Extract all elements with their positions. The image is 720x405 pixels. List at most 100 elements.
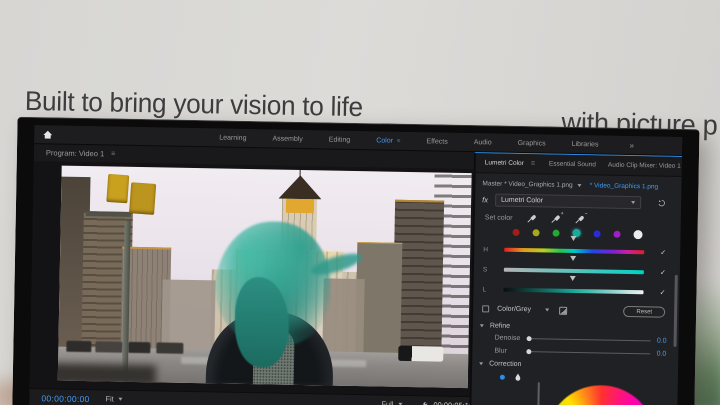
workspace-tab-color[interactable]: Color ≡ [363,137,413,145]
chevron-down-icon[interactable] [578,184,582,187]
reset-button[interactable]: Reset [623,306,665,318]
panel-area: Program: Video 1 ≡ [29,144,682,405]
active-point-dot[interactable] [500,374,505,379]
workspace-tab-audio[interactable]: Audio [461,139,505,147]
workspace-tab-graphics[interactable]: Graphics [505,140,559,148]
monitor-bezel: Learning Assembly Editing Color ≡ Effects… [12,117,699,405]
tab-lumetri-label: Lumetri Color [485,159,524,167]
denoise-slider[interactable] [529,338,651,341]
color-grey-row: Color/Grey Reset [473,301,679,320]
tab-essential-sound[interactable]: Essential Sound [549,161,596,169]
hue-slider-handle[interactable] [570,241,578,255]
saturation-slider-handle[interactable] [570,261,578,275]
home-icon[interactable] [42,129,53,140]
eyedropper-minus-icon[interactable]: − [574,213,584,225]
swatch-red[interactable] [513,228,520,235]
chevron-down-icon [119,398,123,401]
colorgrey-checkbox[interactable] [482,305,489,312]
tab-audio-clip-mixer[interactable]: Audio Clip Mixer: Video 1 [608,162,681,170]
plus-mark: + [561,210,564,216]
tower-spike [299,170,300,178]
workspace-tab-assembly[interactable]: Assembly [259,135,315,143]
swatch-white[interactable] [633,230,642,239]
video-viewport [30,161,474,396]
blur-label: Blur [494,348,524,356]
workspace-overflow-icon[interactable]: » [629,141,634,150]
right-panel-tabs: Lumetri Color ≡ Essential Sound Audio Cl… [476,153,682,177]
effect-select[interactable]: Lumetri Color [495,194,641,210]
chevron-down-icon[interactable] [545,308,549,311]
workspace-tab-editing[interactable]: Editing [316,136,364,144]
tower-roof [278,175,321,199]
eyedropper-plus-icon[interactable]: + [550,213,560,225]
photo-tilt-group: Built to bring your vision to life with … [0,0,720,405]
fx-icon: fx [482,195,488,204]
blur-value[interactable]: 0.0 [657,351,667,358]
reset-effect-icon[interactable] [657,199,666,208]
saturation-slider-row: S ✓ [474,260,680,282]
saturation-label: S [483,266,491,273]
blur-slider-handle[interactable] [526,349,531,354]
saturation-slider[interactable] [504,268,644,274]
minus-mark: − [585,211,588,217]
current-timecode[interactable]: 00:00:00:00 [41,393,89,404]
taxi [398,346,443,362]
tower-lit-band [286,199,315,213]
luminance-slider-row: L ✓ [473,280,679,302]
colorgrey-label[interactable]: Color/Grey [497,306,531,314]
program-monitor-panel: Program: Video 1 ≡ [29,144,474,405]
tab-lumetri-color[interactable]: Lumetri Color [485,159,524,167]
eyedropper-icon[interactable] [526,213,536,225]
clip-duration: 00:00:05:19 [433,400,473,405]
hue-label: H [483,246,491,253]
program-panel-title: Program: Video 1 [46,148,104,158]
car [128,342,151,353]
hue-slider[interactable] [504,248,644,254]
zoom-level-select[interactable]: Fit [105,394,123,403]
workspace-tab-libraries[interactable]: Libraries [559,141,612,149]
swatch-green[interactable] [553,229,560,236]
key-color-swatches [474,225,680,241]
chevron-down-icon [479,362,483,365]
droplet-icon[interactable] [514,372,522,381]
panel-menu-icon[interactable]: ≡ [111,150,115,157]
swatch-yellow[interactable] [533,229,540,236]
panel-menu-icon[interactable]: ≡ [531,160,535,167]
correction-indicators [472,370,678,386]
playback-resolution-value: Full [381,399,393,405]
car [66,341,91,352]
set-color-label: Set color [485,214,513,222]
car [157,343,184,354]
panel-menu-icon[interactable]: ≡ [397,139,401,145]
clip-selector-row: Master * Video_Graphics 1.png * Video_Gr… [475,177,681,194]
settings-wrench-icon[interactable] [419,401,428,405]
effect-name: Lumetri Color [501,197,543,205]
traffic-light-box [129,182,156,215]
luminance-slider-handle[interactable] [569,281,577,295]
workspace-tab-effects[interactable]: Effects [413,138,460,146]
blur-slider[interactable] [528,351,650,354]
color-wheel[interactable] [544,384,658,405]
master-clip-label[interactable]: Master * Video_Graphics 1.png [482,180,572,189]
selected-clip-label[interactable]: * Video_Graphics 1.png [590,182,659,190]
hue-slider-row: H ✓ [474,240,680,262]
wheel-fader[interactable] [537,382,540,405]
foreground-blur [58,363,157,386]
invert-mask-icon[interactable] [559,306,567,314]
playback-resolution-select[interactable]: Full [381,399,402,405]
premiere-window: Learning Assembly Editing Color ≡ Effects… [29,125,682,405]
swatch-blue[interactable] [593,230,600,237]
luminance-slider[interactable] [503,288,643,294]
denoise-slider-handle[interactable] [527,336,532,341]
luminance-checkmark-icon[interactable]: ✓ [660,289,666,297]
refine-label: Refine [490,322,510,329]
denoise-value[interactable]: 0.0 [657,338,667,345]
saturation-checkmark-icon[interactable]: ✓ [660,269,666,277]
lumetri-color-panel: Lumetri Color ≡ Essential Sound Audio Cl… [469,152,682,405]
workspace-tab-learning[interactable]: Learning [206,134,259,142]
workspace-tab-color-label: Color [376,137,393,144]
luminance-label: L [482,286,490,293]
hue-checkmark-icon[interactable]: ✓ [660,249,666,257]
chevron-down-icon [631,201,635,204]
swatch-magenta[interactable] [613,230,620,237]
